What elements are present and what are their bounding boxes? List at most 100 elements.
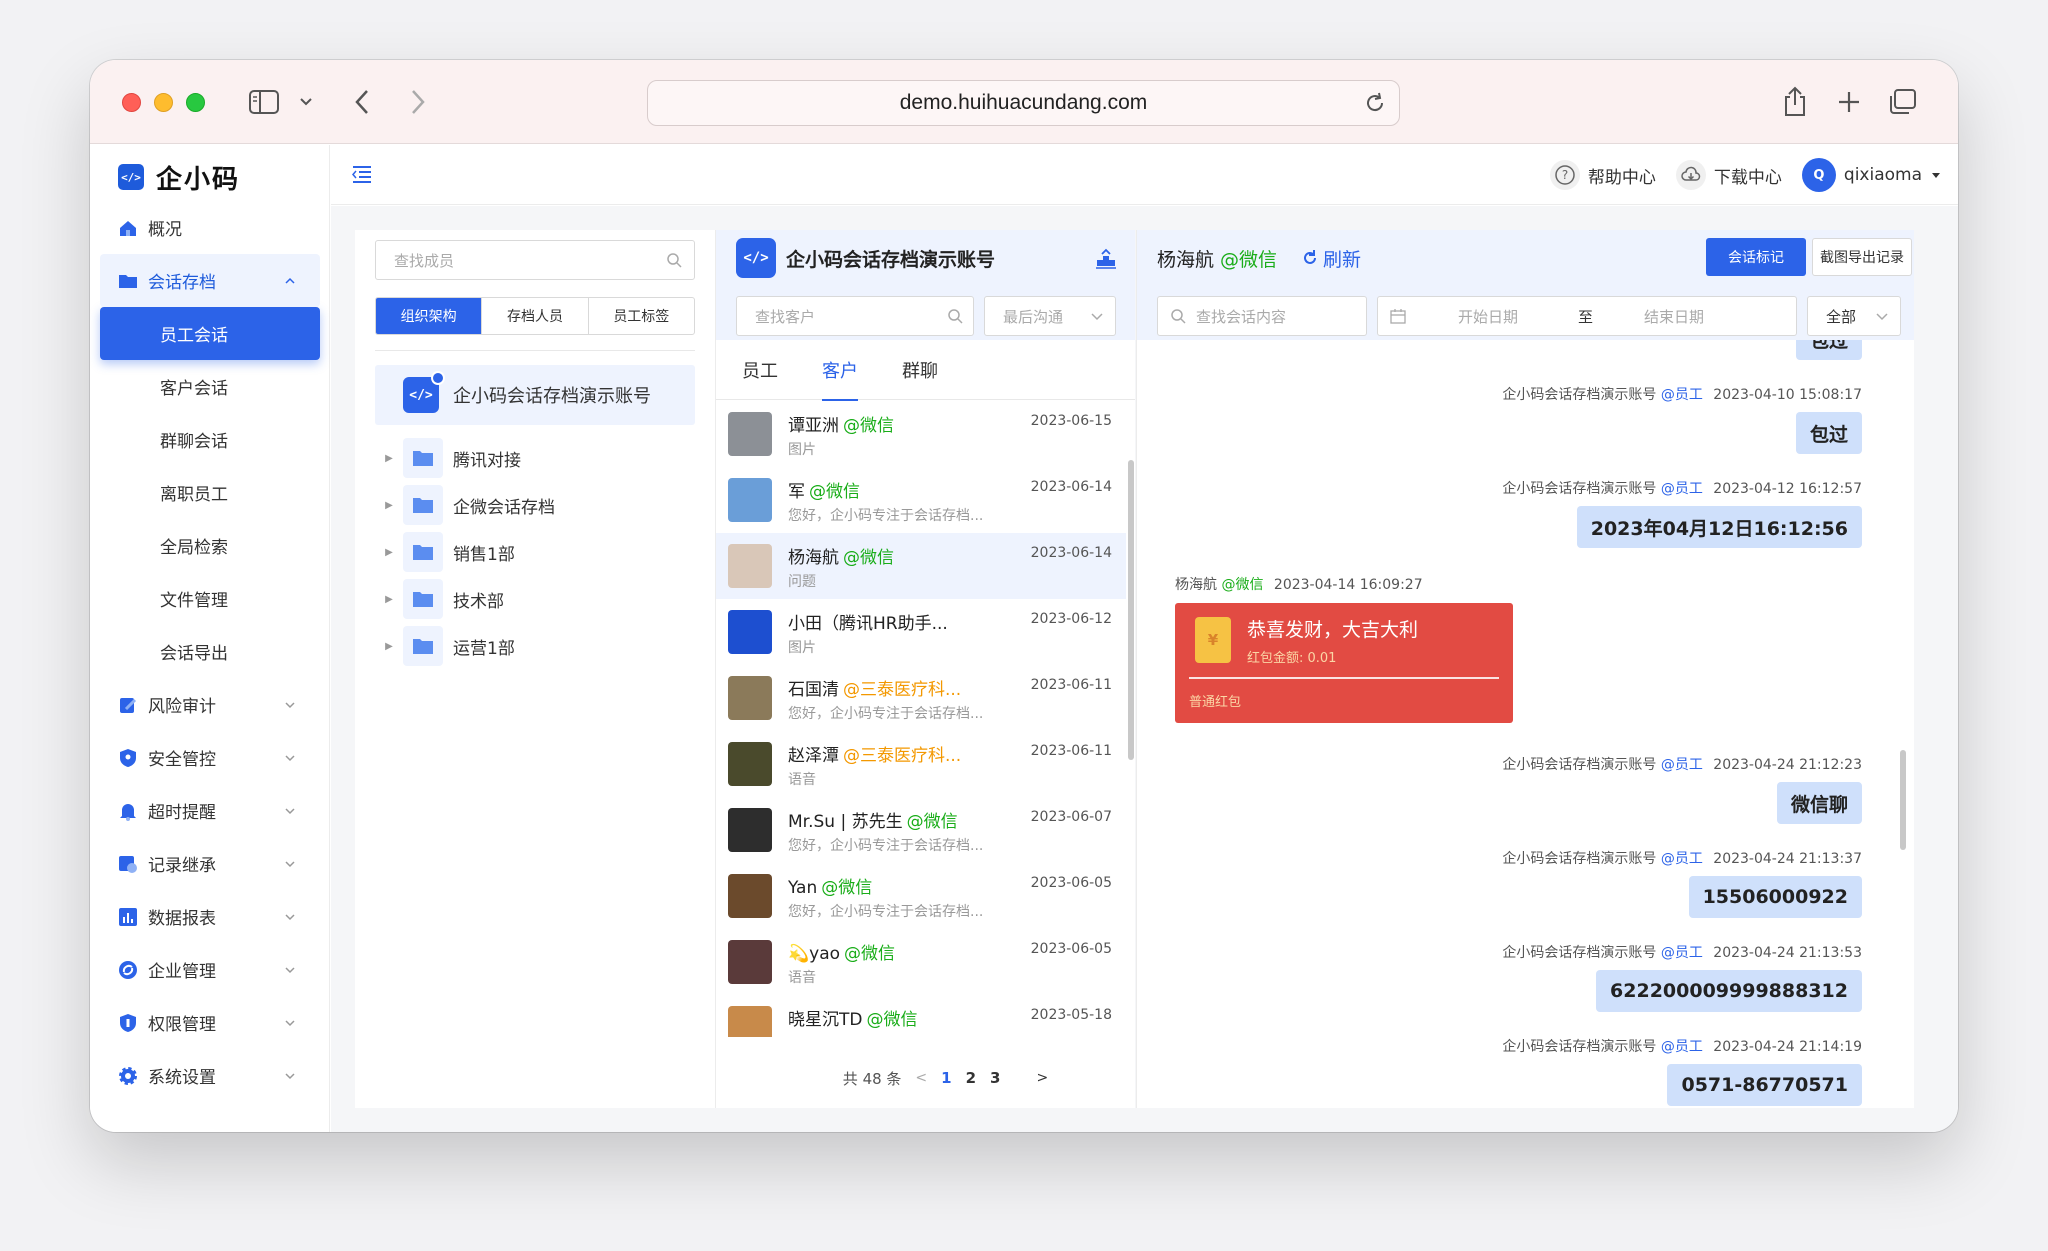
- page-3[interactable]: 3: [990, 1069, 1000, 1087]
- message-type-select[interactable]: 全部: [1807, 296, 1901, 336]
- conversation-mark-button[interactable]: 会话标记: [1706, 238, 1806, 276]
- expand-arrow-icon[interactable]: ▶: [375, 641, 403, 652]
- back-icon[interactable]: [348, 84, 376, 120]
- sidebar-item-reports[interactable]: 数据报表: [90, 890, 330, 943]
- sort-select[interactable]: 最后沟通: [984, 296, 1116, 336]
- chat-list-item[interactable]: 谭亚洲 @微信 图片 2023-06-15: [716, 401, 1126, 467]
- chat-list-item[interactable]: 石国清 @三泰医疗科... 您好，企小码专注于会话存档... 2023-06-11: [716, 665, 1126, 731]
- sidebar-subitem-group-chat[interactable]: 群聊会话: [90, 413, 330, 466]
- red-packet-message[interactable]: ¥ 恭喜发财，大吉大利 红包金额: 0.01 普通红包: [1175, 603, 1513, 723]
- screenshot-export-button[interactable]: 截图导出记录: [1812, 238, 1912, 276]
- message-search-input[interactable]: 查找会话内容: [1157, 296, 1367, 336]
- message-list-scrollbar[interactable]: [1900, 750, 1906, 850]
- pagination-total: 共 48 条: [842, 1069, 902, 1088]
- sidebar-item-archive[interactable]: 会话存档: [100, 254, 320, 307]
- start-date[interactable]: 开始日期: [1458, 306, 1518, 327]
- browser-window: demo.huihuacundang.com </> 企小码 概况 会话存档 员…: [90, 60, 1958, 1132]
- tab-overview-icon[interactable]: [1886, 84, 1918, 120]
- last-message-preview: 您好，企小码专注于会话存档...: [788, 838, 984, 854]
- expand-arrow-icon[interactable]: ▶: [375, 594, 403, 605]
- sidebar-item-permission[interactable]: 权限管理: [90, 996, 330, 1049]
- sidebar-item-label: 系统设置: [148, 1068, 216, 1088]
- customer-search-input[interactable]: 查找客户: [736, 296, 974, 336]
- chat-list-item[interactable]: Yan @微信 您好，企小码专注于会话存档... 2023-06-05: [716, 863, 1126, 929]
- tab-org-structure[interactable]: 组织架构: [376, 298, 483, 334]
- chat-list-item[interactable]: 杨海航 @微信 问题 2023-06-14: [716, 533, 1126, 599]
- sidebar-item-overview[interactable]: 概况: [90, 201, 330, 254]
- tab-archived-members[interactable]: 存档人员: [482, 298, 589, 334]
- sidebar-item-audit[interactable]: 风险审计: [90, 678, 330, 731]
- share-icon[interactable]: [1780, 84, 1810, 120]
- org-root-node[interactable]: </> 企小码会话存档演示账号: [375, 365, 695, 425]
- forward-icon[interactable]: [404, 84, 432, 120]
- switch-account-icon[interactable]: [1095, 248, 1117, 270]
- reload-icon[interactable]: [1363, 91, 1387, 115]
- sidebar-subitem-customer-chat[interactable]: 客户会话: [90, 360, 330, 413]
- chat-list-item[interactable]: 赵泽潭 @三泰医疗科... 语音 2023-06-11: [716, 731, 1126, 797]
- date-range-picker[interactable]: 开始日期 至 结束日期: [1377, 296, 1797, 336]
- sidebar-item-inherit[interactable]: 记录继承: [90, 837, 330, 890]
- chat-list-item[interactable]: 晓星沉TD @微信 2023-05-18: [716, 995, 1126, 1037]
- refresh-icon: [1304, 250, 1317, 264]
- sidebar-subitem-global-search[interactable]: 全局检索: [90, 519, 330, 572]
- expand-arrow-icon[interactable]: ▶: [375, 500, 403, 511]
- avatar: [728, 808, 772, 852]
- shield-icon: [120, 749, 136, 767]
- org-folder[interactable]: ▶ 运营1部: [375, 623, 695, 669]
- sidebar-item-label: 权限管理: [148, 1015, 216, 1035]
- chevron-down-icon[interactable]: [296, 84, 316, 120]
- tab-staff[interactable]: 员工: [742, 340, 778, 400]
- maximize-window-button[interactable]: [186, 93, 205, 112]
- avatar: [728, 940, 772, 984]
- sidebar-subitem-staff-chat[interactable]: 员工会话: [100, 307, 320, 360]
- end-date[interactable]: 结束日期: [1644, 306, 1704, 327]
- chart-icon: [119, 908, 137, 926]
- org-root-label: 企小码会话存档演示账号: [453, 386, 651, 407]
- chat-list-item[interactable]: Mr.Su | 苏先生 @微信 您好，企小码专注于会话存档... 2023-06-07: [716, 797, 1126, 863]
- tab-group[interactable]: 群聊: [902, 340, 938, 400]
- sidebar-item-settings[interactable]: 系统设置: [90, 1049, 330, 1102]
- sidebar-item-label: 安全管控: [148, 750, 216, 770]
- member-search-input[interactable]: 查找成员: [375, 240, 695, 280]
- app-logo[interactable]: </> 企小码: [118, 157, 240, 197]
- next-page-icon[interactable]: >: [1036, 1070, 1048, 1086]
- sidebar-toggle-icon[interactable]: [246, 84, 282, 120]
- new-tab-icon[interactable]: [1834, 84, 1864, 120]
- tab-staff-tags[interactable]: 员工标签: [589, 298, 694, 334]
- chat-list-panel: </> 企小码会话存档演示账号 查找客户 最后沟通 员工 客户 群聊 谭亚洲 @…: [715, 230, 1135, 1108]
- chat-name: 💫yao @微信: [788, 939, 895, 964]
- sidebar-subitem-files[interactable]: 文件管理: [90, 572, 330, 625]
- chat-list-item[interactable]: 小田（腾讯HR助手... 图片 2023-06-12: [716, 599, 1126, 665]
- org-folder[interactable]: ▶ 技术部: [375, 576, 695, 622]
- download-center-link[interactable]: 下载中心: [1675, 160, 1782, 190]
- org-folder[interactable]: ▶ 销售1部: [375, 529, 695, 575]
- message-bubble: 6222000099998883​12: [1596, 970, 1862, 1012]
- sidebar-item-timeout[interactable]: 超时提醒: [90, 784, 330, 837]
- chat-list-scrollbar[interactable]: [1128, 460, 1134, 760]
- sidebar-subitem-export[interactable]: 会话导出: [90, 625, 330, 678]
- sidebar-item-enterprise[interactable]: 企业管理: [90, 943, 330, 996]
- org-folder-label: 运营1部: [453, 638, 515, 659]
- user-menu[interactable]: Q qixiaoma: [1801, 158, 1942, 192]
- page-2[interactable]: 2: [966, 1069, 976, 1087]
- red-packet-title: 恭喜发财，大吉大利: [1247, 619, 1419, 641]
- chat-list-item[interactable]: 军 @微信 您好，企小码专注于会话存档... 2023-06-14: [716, 467, 1126, 533]
- prev-page-icon[interactable]: <: [915, 1070, 927, 1086]
- tab-customer[interactable]: 客户: [822, 340, 858, 401]
- chat-list-item[interactable]: 💫yao @微信 语音 2023-06-05: [716, 929, 1126, 995]
- help-center-link[interactable]: ? 帮助中心: [1549, 160, 1656, 190]
- expand-arrow-icon[interactable]: ▶: [375, 547, 403, 558]
- org-folder[interactable]: ▶ 企微会话存档: [375, 482, 695, 528]
- close-window-button[interactable]: [122, 93, 141, 112]
- page-1[interactable]: 1: [941, 1069, 951, 1087]
- refresh-label: 刷新: [1323, 248, 1362, 271]
- message-role: @员工: [1660, 387, 1703, 403]
- sidebar-item-security[interactable]: 安全管控: [90, 731, 330, 784]
- minimize-window-button[interactable]: [154, 93, 173, 112]
- refresh-button[interactable]: 刷新: [1301, 245, 1361, 272]
- sidebar-subitem-resigned[interactable]: 离职员工: [90, 466, 330, 519]
- address-bar[interactable]: demo.huihuacundang.com: [647, 80, 1400, 126]
- menu-collapse-icon[interactable]: [351, 163, 373, 185]
- expand-arrow-icon[interactable]: ▶: [375, 453, 403, 464]
- org-folder[interactable]: ▶ 腾讯对接: [375, 435, 695, 481]
